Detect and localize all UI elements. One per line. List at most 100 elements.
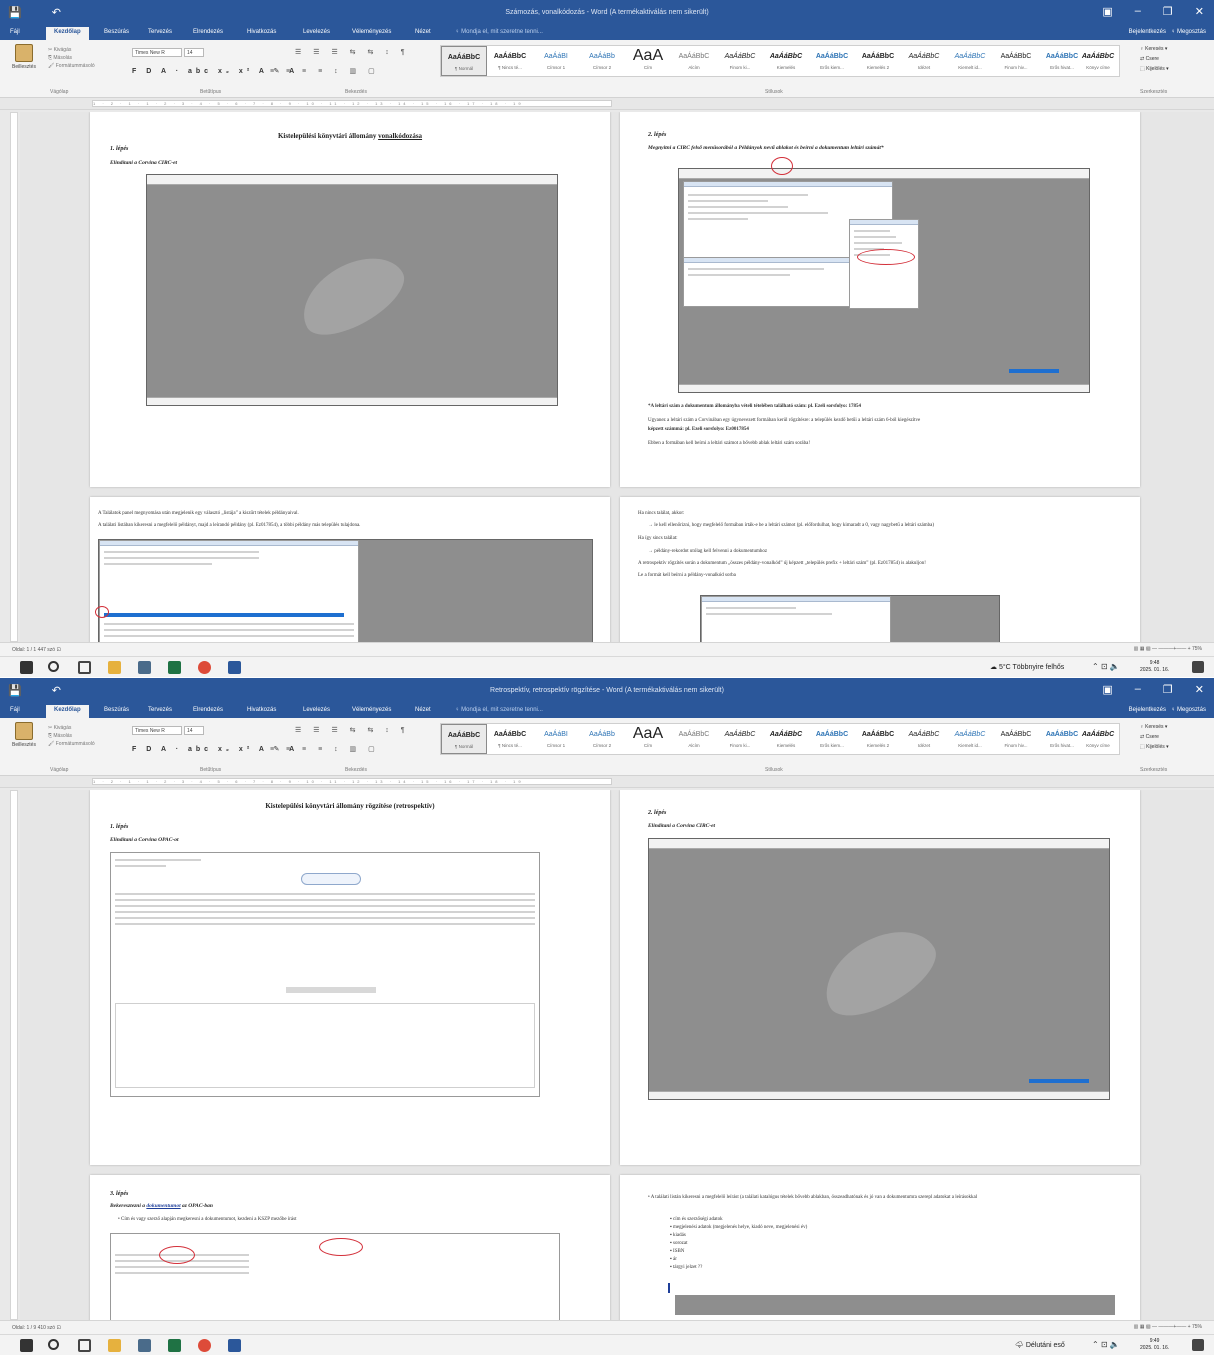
style-intense-emphasis[interactable]: AaÁáBbC Erős kiem... (809, 46, 855, 76)
font-name-select[interactable]: Times New R (132, 48, 182, 57)
document-link[interactable]: dokumentumot (146, 1203, 180, 1209)
tab-design[interactable]: Tervezés (148, 29, 172, 35)
tab-file[interactable]: Fájl (10, 29, 20, 35)
notification-icon[interactable] (1192, 1339, 1204, 1351)
system-tray[interactable]: ⌃ ⊡ 🔈 (1092, 1340, 1120, 1349)
copy-button[interactable]: ⎘ Másolás (48, 54, 95, 62)
replace-button[interactable]: ⇄ Csere (1140, 54, 1169, 64)
chrome-icon[interactable] (198, 661, 211, 674)
style-heading-2[interactable]: AaÁáBb Címsor 2 (579, 46, 625, 76)
vertical-ruler[interactable] (10, 112, 18, 642)
tab-mailings[interactable]: Levelezés (303, 29, 330, 35)
page-word-count[interactable]: Oldal: 1 / 9 410 szó ⊡ (12, 1325, 61, 1331)
weather-widget[interactable]: 🌩 Délutáni eső (1015, 1341, 1065, 1349)
document-page-1[interactable]: Kistelepülési könyvtári állomány rögzíté… (90, 790, 610, 1165)
style-subtitle[interactable]: AaÁáBbC Alcím (671, 724, 717, 754)
clock[interactable]: 9:49 2025. 01. 16. (1140, 1338, 1169, 1352)
excel-icon[interactable] (168, 1339, 181, 1352)
horizontal-ruler[interactable]: 1 · 2 · 1 · 1 · 2 · 3 · 4 · 5 · 6 · 7 · … (0, 776, 1214, 788)
style-title[interactable]: AaA Cím (625, 724, 671, 754)
tell-me-search[interactable]: ♀ Mondja el, mit szeretne tenni... (455, 707, 543, 713)
document-page-3[interactable]: A Találatok panel megnyomása után megjel… (90, 497, 610, 642)
close-button[interactable]: ✕ (1195, 5, 1204, 18)
tab-design[interactable]: Tervezés (148, 707, 172, 713)
replace-button[interactable]: ⇄ Csere (1140, 732, 1169, 742)
ribbon-display-icon[interactable]: ▣ (1102, 5, 1112, 18)
style-intense-emphasis[interactable]: AaÁáBbC Erős kiem... (809, 724, 855, 754)
restore-button[interactable]: ❐ (1163, 683, 1173, 696)
style-no-spacing[interactable]: AaÁáBbC ¶ Nincs té... (487, 724, 533, 754)
style-title[interactable]: AaA Cím (625, 46, 671, 76)
tab-review[interactable]: Véleményezés (352, 707, 391, 713)
tab-mailings[interactable]: Levelezés (303, 707, 330, 713)
document-page-3[interactable]: 3. lépés Bekeresztezni a dokumentumot az… (90, 1175, 610, 1320)
style-subtle-emphasis[interactable]: AaÁáBbC Finom ki... (717, 724, 763, 754)
document-page-2[interactable]: 2. lépés Megnyitni a CIRC felső menüsorá… (620, 112, 1140, 487)
tab-references[interactable]: Hivatkozás (247, 707, 276, 713)
style-emphasis-2[interactable]: AaÁáBbC Kiemelés 2 (855, 46, 901, 76)
style-quote[interactable]: AaÁáBbC Idézet (901, 46, 947, 76)
select-button[interactable]: ⬚ Kijelölés ▾ (1140, 64, 1169, 74)
paragraph-buttons-bottom[interactable]: ≡ ≡ ≡ ≡ ↕ ▥ ▢ (270, 67, 380, 75)
style-emphasis[interactable]: AaÁáBbC Kiemelés (763, 46, 809, 76)
task-view-icon[interactable] (78, 1339, 91, 1352)
horizontal-ruler[interactable]: 1 · 2 · 1 · 1 · 2 · 3 · 4 · 5 · 6 · 7 · … (0, 98, 1214, 110)
style-heading-1[interactable]: AaÁáBI Címsor 1 (533, 46, 579, 76)
style-quote[interactable]: AaÁáBbC Idézet (901, 724, 947, 754)
tab-references[interactable]: Hivatkozás (247, 29, 276, 35)
style-intense-quote[interactable]: AaÁáBbC Kiemelt id... (947, 46, 993, 76)
share-button[interactable]: ♀ Megosztás (1171, 707, 1206, 713)
cut-button[interactable]: ✂ Kivágás (48, 46, 95, 54)
search-icon[interactable] (48, 661, 59, 672)
view-zoom-controls[interactable]: ▥ ▦ ▧ — ———+—— + 75% (1134, 646, 1202, 652)
ribbon-display-icon[interactable]: ▣ (1102, 683, 1112, 696)
tab-file[interactable]: Fájl (10, 707, 20, 713)
find-button[interactable]: ♀ Keresés ▾ (1140, 722, 1169, 732)
style-subtitle[interactable]: AaÁáBbC Alcím (671, 46, 717, 76)
clock[interactable]: 9:48 2025. 01. 16. (1140, 660, 1169, 674)
font-size-select[interactable]: 14 (184, 48, 204, 57)
format-painter-button[interactable]: 🖌 Formátummásoló (48, 740, 95, 748)
style-intense-quote[interactable]: AaÁáBbC Kiemelt id... (947, 724, 993, 754)
style-emphasis-2[interactable]: AaÁáBbC Kiemelés 2 (855, 724, 901, 754)
document-page-2[interactable]: 2. lépés Elindítani a Corvina CIRC-et (620, 790, 1140, 1165)
style-book-title[interactable]: AaÁáBbC Könyv címe (1075, 46, 1121, 76)
paragraph-buttons-top[interactable]: ☰ ☰ ☰ ⇆ ⇆ ↕ ¶ (295, 726, 410, 734)
tab-layout[interactable]: Elrendezés (193, 707, 223, 713)
paragraph-buttons-top[interactable]: ☰ ☰ ☰ ⇆ ⇆ ↕ ¶ (295, 48, 410, 56)
document-page-4[interactable]: Ha nincs találat, akkor: → le kell ellen… (620, 497, 1140, 642)
restore-button[interactable]: ❐ (1163, 5, 1173, 18)
style-subtle-reference[interactable]: AaÁáBbC Finom hiv... (993, 724, 1039, 754)
chrome-icon[interactable] (198, 1339, 211, 1352)
select-button[interactable]: ⬚ Kijelölés ▾ (1140, 742, 1169, 752)
minimize-button[interactable]: – (1135, 683, 1141, 696)
style-book-title[interactable]: AaÁáBbC Könyv címe (1075, 724, 1121, 754)
tell-me-search[interactable]: ♀ Mondja el, mit szeretne tenni... (455, 29, 543, 35)
weather-widget[interactable]: ☁ 5°C Többnyire felhős (990, 663, 1064, 671)
tab-review[interactable]: Véleményezés (352, 29, 391, 35)
document-page-1[interactable]: Kistelepülési könyvtári állomány vonalkó… (90, 112, 610, 487)
start-icon[interactable] (20, 1339, 33, 1352)
document-canvas[interactable]: Kistelepülési könyvtári állomány rögzíté… (20, 790, 1214, 1320)
style-normal[interactable]: AaÁáBbC ¶ Normál (441, 46, 487, 76)
file-explorer-icon[interactable] (108, 661, 121, 674)
file-explorer-icon[interactable] (108, 1339, 121, 1352)
find-button[interactable]: ♀ Keresés ▾ (1140, 44, 1169, 54)
tab-home[interactable]: Kezdőlap (46, 705, 89, 718)
tab-view[interactable]: Nézet (415, 707, 431, 713)
sign-in-link[interactable]: Bejelentkezés (1129, 29, 1166, 35)
font-size-select[interactable]: 14 (184, 726, 204, 735)
word-icon[interactable] (228, 661, 241, 674)
tab-home[interactable]: Kezdőlap (46, 27, 89, 40)
format-painter-button[interactable]: 🖌 Formátummásoló (48, 62, 95, 70)
share-button[interactable]: ♀ Megosztás (1171, 29, 1206, 35)
system-tray[interactable]: ⌃ ⊡ 🔈 (1092, 662, 1120, 671)
task-view-icon[interactable] (78, 661, 91, 674)
notification-icon[interactable] (1192, 661, 1204, 673)
view-zoom-controls[interactable]: ▥ ▦ ▧ — ———+—— + 75% (1134, 1324, 1202, 1330)
paragraph-buttons-bottom[interactable]: ≡ ≡ ≡ ≡ ↕ ▥ ▢ (270, 745, 380, 753)
cut-button[interactable]: ✂ Kivágás (48, 724, 95, 732)
tab-view[interactable]: Nézet (415, 29, 431, 35)
paste-button[interactable]: Beillesztés (10, 44, 38, 70)
style-subtle-emphasis[interactable]: AaÁáBbC Finom ki... (717, 46, 763, 76)
